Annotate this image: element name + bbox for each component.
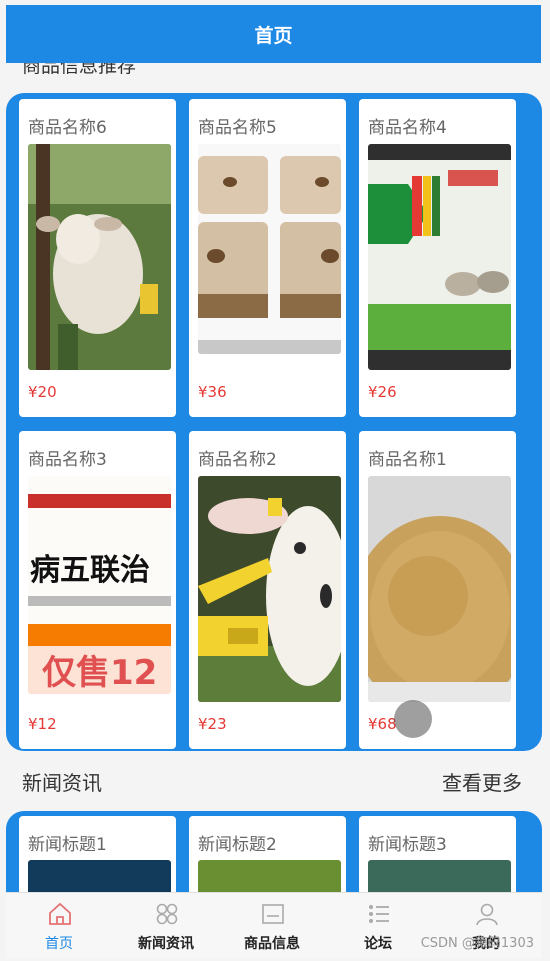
product-name: 商品名称6	[28, 118, 107, 138]
news-card[interactable]: 新闻标题2	[189, 816, 346, 892]
page-header: 首页	[6, 5, 541, 63]
product-image-lick-blocks	[198, 144, 341, 354]
tab-home[interactable]: 首页	[9, 893, 109, 958]
news-image	[28, 860, 171, 892]
product-card[interactable]: 商品名称2 ¥23	[189, 431, 346, 749]
news-image	[198, 860, 341, 892]
product-price: ¥23	[198, 715, 227, 733]
tab-label: 首页	[45, 936, 73, 952]
poster-headline: 病五联治	[30, 553, 150, 588]
product-image-lamb	[198, 476, 341, 702]
product-image-poster: 病五联治 仅售12	[28, 476, 171, 694]
tab-forum[interactable]: 论坛	[328, 893, 428, 958]
news-image	[368, 860, 511, 892]
tab-label: 新闻资讯	[138, 936, 194, 952]
view-more-link[interactable]: 查看更多	[442, 767, 522, 796]
news-card[interactable]: 新闻标题3	[359, 816, 516, 892]
news-section-title: 新闻资讯	[22, 771, 102, 795]
product-price: ¥20	[28, 383, 57, 401]
tab-label: 商品信息	[244, 936, 300, 952]
tab-label: 论坛	[364, 936, 392, 952]
watermark: CSDN @猿码1303	[420, 936, 534, 951]
product-name: 商品名称5	[198, 118, 277, 138]
product-card[interactable]: 商品名称5 ¥36	[189, 99, 346, 417]
product-section-title: 商品信息推荐	[22, 63, 137, 77]
product-price: ¥68	[368, 715, 397, 733]
product-panel: 商品名称6 ¥20 商品名称5 ¥36 商品名称4 ¥26 商品名称3 病五联治…	[6, 93, 542, 751]
product-card[interactable]: 商品名称6 ¥20	[19, 99, 176, 417]
touch-ripple	[394, 700, 432, 738]
user-icon	[476, 903, 498, 926]
tab-goods[interactable]: 商品信息	[222, 893, 322, 958]
content-scroll[interactable]: 商品信息推荐 商品名称6 ¥20 商品名称5 ¥36 商品名称4 ¥26 商品名…	[0, 63, 550, 892]
home-icon	[49, 902, 71, 925]
news-title: 新闻标题1	[28, 835, 107, 855]
product-name: 商品名称1	[368, 450, 447, 470]
tab-news[interactable]: 新闻资讯	[116, 893, 216, 958]
poster-sale: 仅售12	[42, 653, 157, 693]
product-name: 商品名称2	[198, 450, 277, 470]
product-card[interactable]: 商品名称1 ¥68	[359, 431, 516, 749]
product-image-medicine-box	[368, 144, 511, 370]
product-image-grain-feed	[368, 476, 511, 702]
news-card[interactable]: 新闻标题1	[19, 816, 176, 892]
page-title: 首页	[254, 24, 293, 47]
product-price: ¥12	[28, 715, 57, 733]
product-price: ¥26	[368, 383, 397, 401]
product-card[interactable]: 商品名称3 病五联治 仅售12 ¥12	[19, 431, 176, 749]
goods-icon	[262, 904, 284, 924]
product-name: 商品名称4	[368, 118, 447, 138]
news-panel: 新闻标题1 新闻标题2 新闻标题3	[6, 811, 542, 892]
news-section-header: 新闻资讯 查看更多	[22, 767, 522, 797]
product-card[interactable]: 商品名称4 ¥26	[359, 99, 516, 417]
product-image-goat	[28, 144, 171, 370]
grid-icon	[156, 903, 178, 925]
news-title: 新闻标题2	[198, 835, 277, 855]
product-name: 商品名称3	[28, 450, 107, 470]
product-price: ¥36	[198, 383, 227, 401]
forum-icon	[369, 905, 389, 923]
news-title: 新闻标题3	[368, 835, 447, 855]
